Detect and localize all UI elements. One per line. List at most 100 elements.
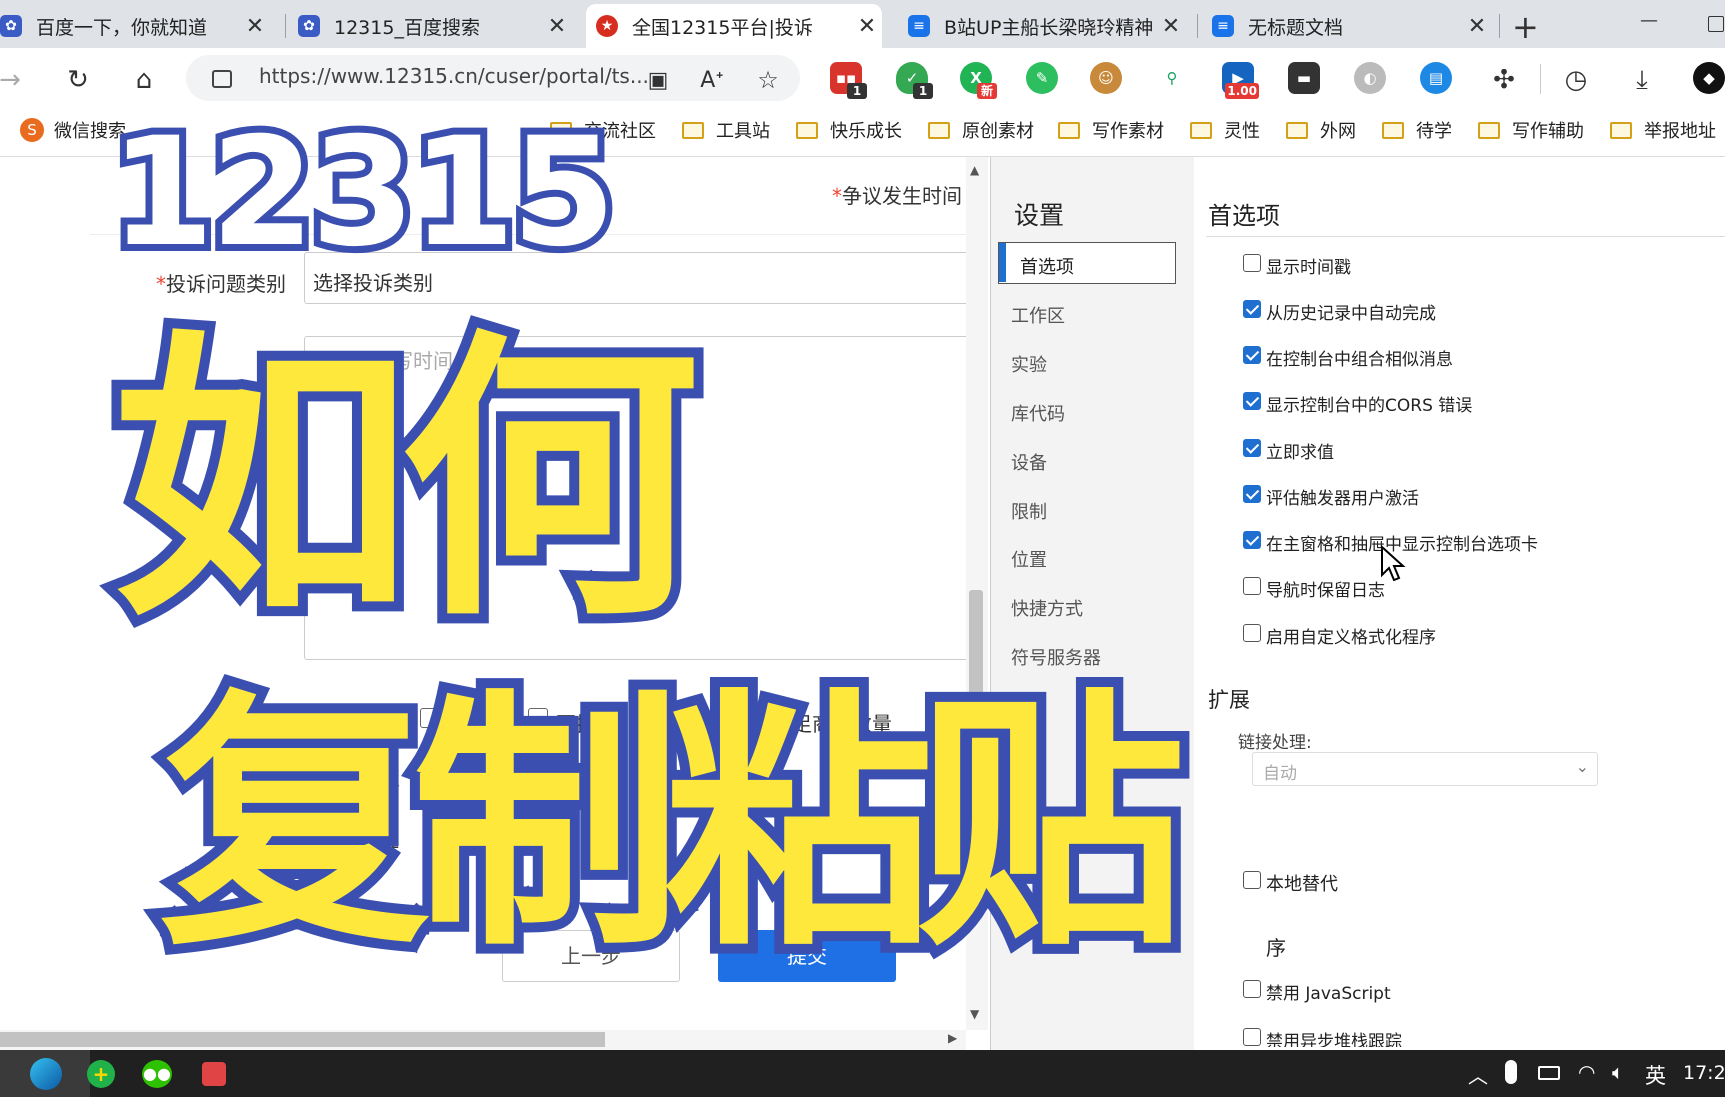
nav-item-shortcuts[interactable]: 快捷方式 bbox=[1011, 595, 1083, 621]
close-icon[interactable]: ✕ bbox=[852, 14, 882, 39]
bookmark-label: 写作素材 bbox=[1092, 121, 1164, 142]
extensions-puzzle-icon[interactable]: ✣ bbox=[1486, 62, 1522, 98]
active-indicator bbox=[999, 243, 1006, 282]
nav-item-locations[interactable]: 位置 bbox=[1011, 546, 1047, 572]
overlay-title-how: 如何 bbox=[102, 307, 710, 656]
extension-icon[interactable]: ▬ bbox=[1288, 62, 1320, 94]
lock-icon[interactable] bbox=[212, 70, 232, 88]
checkbox[interactable] bbox=[1243, 439, 1261, 457]
extension-icon[interactable]: X新 bbox=[960, 62, 997, 99]
tab-title: 百度一下，你就知道 bbox=[36, 16, 208, 39]
checkbox[interactable] bbox=[1243, 346, 1261, 364]
extension-icon[interactable]: ◐ bbox=[1354, 62, 1386, 94]
close-icon[interactable]: ✕ bbox=[542, 14, 572, 39]
checkbox[interactable] bbox=[1243, 871, 1261, 889]
scroll-down-arrow[interactable]: ▼ bbox=[970, 1007, 979, 1021]
read-aloud-icon[interactable]: Aᐩ bbox=[694, 62, 730, 98]
scroll-up-arrow[interactable]: ▲ bbox=[970, 163, 979, 177]
forward-icon[interactable]: → bbox=[0, 62, 28, 98]
speaker-icon[interactable]: 🔈︎ bbox=[1612, 1060, 1624, 1084]
tab-baidu-home[interactable]: ✿ 百度一下，你就知道 ✕ bbox=[0, 4, 270, 48]
nav-label: 首选项 bbox=[1020, 257, 1074, 278]
tab-divider bbox=[285, 14, 286, 38]
checkbox[interactable] bbox=[1243, 254, 1261, 272]
favorite-star-icon[interactable]: ☆ bbox=[750, 62, 786, 98]
checkbox[interactable] bbox=[1243, 624, 1261, 642]
link-handling-select[interactable]: 自动 ⌄ bbox=[1252, 752, 1598, 786]
extension-badge: 1.00 bbox=[1225, 83, 1259, 99]
checkbox-label: 本地替代 bbox=[1266, 874, 1338, 895]
nav-item-preferences[interactable]: 首选项 bbox=[998, 242, 1176, 284]
clock[interactable]: 17:27 bbox=[1683, 1062, 1725, 1084]
tab-title: 无标题文档 bbox=[1248, 16, 1344, 39]
checkbox[interactable] bbox=[1243, 577, 1261, 595]
new-tab-button[interactable]: + bbox=[1512, 8, 1539, 46]
hscroll-thumb[interactable] bbox=[0, 1032, 605, 1047]
input-method-indicator[interactable]: 英 bbox=[1645, 1060, 1666, 1090]
bookmark-folder[interactable]: 举报地址 bbox=[1610, 115, 1716, 145]
maximize-button[interactable] bbox=[1708, 16, 1724, 32]
bookmark-folder[interactable]: 待学 bbox=[1382, 115, 1452, 145]
tab-untitled-doc[interactable]: ≡ 无标题文档 ✕ bbox=[1202, 4, 1492, 48]
checkbox[interactable] bbox=[1243, 392, 1261, 410]
bookmark-folder[interactable]: 灵性 bbox=[1190, 115, 1260, 145]
folder-icon bbox=[1382, 121, 1404, 139]
tab-baidu-search[interactable]: ✿ 12315_百度搜索 ✕ bbox=[288, 4, 572, 48]
battery-icon[interactable] bbox=[1538, 1066, 1560, 1080]
extension-icon[interactable]: ⚲ bbox=[1156, 62, 1188, 94]
shield-extension-icon[interactable]: ✓ 1 bbox=[896, 62, 933, 99]
bookmark-folder[interactable]: 写作辅助 bbox=[1478, 115, 1584, 145]
home-icon[interactable]: ⌂ bbox=[126, 62, 162, 98]
checkbox[interactable] bbox=[1243, 980, 1261, 998]
evernote-icon[interactable]: ✎ bbox=[1026, 62, 1058, 94]
wechat-icon[interactable]: ●● bbox=[142, 1060, 172, 1088]
tab-12315[interactable]: ★ 全国12315平台|投诉 ✕ bbox=[586, 4, 882, 48]
url-text[interactable]: https://www.12315.cn/cuser/portal/ts... bbox=[259, 64, 649, 88]
app-plus-icon[interactable]: + bbox=[87, 1060, 115, 1088]
checkbox[interactable] bbox=[1243, 531, 1261, 549]
checkbox-label: 启用自定义格式化程序 bbox=[1266, 628, 1436, 648]
bookmark-label: 原创素材 bbox=[962, 121, 1034, 142]
tracking-blocked-icon[interactable]: ▣ bbox=[640, 62, 676, 98]
nav-item-experiments[interactable]: 实验 bbox=[1011, 351, 1047, 377]
nav-item-workspace[interactable]: 工作区 bbox=[1011, 302, 1065, 328]
nav-item-throttling[interactable]: 限制 bbox=[1011, 498, 1047, 524]
scroll-right-arrow[interactable]: ▶ bbox=[948, 1031, 957, 1045]
refresh-icon[interactable]: ↻ bbox=[60, 62, 96, 98]
speed-extension-icon[interactable]: ▶ 1.00 bbox=[1222, 62, 1259, 99]
bookmark-folder[interactable]: 外网 bbox=[1286, 115, 1356, 145]
microphone-icon[interactable] bbox=[1505, 1060, 1517, 1084]
checkbox[interactable] bbox=[1243, 485, 1261, 503]
profile-avatar[interactable]: ◆ bbox=[1693, 62, 1725, 94]
edge-icon[interactable] bbox=[30, 1058, 62, 1090]
bookmark-label: 外网 bbox=[1320, 121, 1356, 142]
bookmark-folder[interactable]: 原创素材 bbox=[928, 115, 1034, 145]
close-icon[interactable]: ✕ bbox=[1462, 14, 1492, 39]
bookmark-folder[interactable]: 写作素材 bbox=[1058, 115, 1164, 145]
minimize-button[interactable]: — bbox=[1640, 10, 1658, 31]
chevron-down-icon: ⌄ bbox=[1575, 757, 1589, 776]
extension-icon[interactable]: ▪▪ 1 bbox=[830, 62, 867, 99]
chevron-up-icon[interactable]: ︿ bbox=[1468, 1060, 1488, 1089]
download-icon[interactable]: ⤓ bbox=[1624, 62, 1660, 98]
folder-icon bbox=[1286, 121, 1308, 139]
tab-bilibili-doc[interactable]: ≡ B站UP主船长梁晓玲精神 ✕ bbox=[898, 4, 1186, 48]
recorder-icon[interactable] bbox=[202, 1062, 226, 1086]
nav-item-ignore-list[interactable]: 库代码 bbox=[1011, 400, 1065, 426]
link-handling-label: 链接处理: bbox=[1238, 733, 1312, 753]
checkbox[interactable] bbox=[1243, 300, 1261, 318]
bookmark-folder[interactable]: 快乐成长 bbox=[796, 115, 902, 145]
close-icon[interactable]: ✕ bbox=[240, 14, 270, 39]
checkbox[interactable] bbox=[1243, 1028, 1261, 1046]
extension-icon[interactable]: ▤ bbox=[1420, 62, 1452, 94]
section-title: 首选项 bbox=[1208, 202, 1280, 230]
bookmark-label: 待学 bbox=[1416, 121, 1452, 142]
wifi-icon[interactable]: ◠ bbox=[1578, 1060, 1595, 1084]
overlay-title-copy-paste: 复制粘贴 bbox=[150, 667, 1196, 982]
close-icon[interactable]: ✕ bbox=[1156, 14, 1186, 39]
monkey-extension-icon[interactable]: ☺ bbox=[1090, 62, 1122, 94]
nav-item-devices[interactable]: 设备 bbox=[1011, 449, 1047, 475]
history-icon[interactable]: ◷ bbox=[1558, 62, 1594, 98]
folder-icon bbox=[928, 121, 950, 139]
bookmark-folder[interactable]: 工具站 bbox=[682, 115, 770, 145]
